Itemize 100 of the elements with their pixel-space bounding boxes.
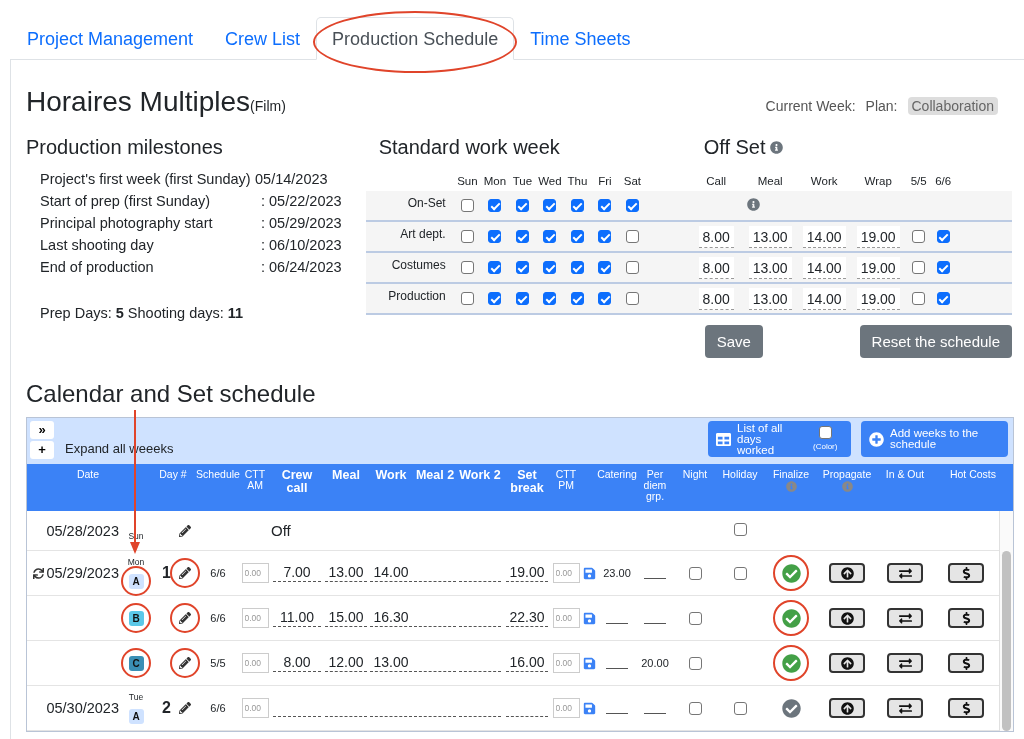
- time-field[interactable]: 12.00: [325, 654, 367, 672]
- days-worked-button[interactable]: List of all days worked (Color): [708, 421, 851, 457]
- collapse-button[interactable]: »: [30, 421, 54, 439]
- checkbox[interactable]: [488, 292, 502, 305]
- checkbox[interactable]: [598, 261, 612, 274]
- time-field[interactable]: 8.00: [273, 654, 321, 672]
- time-field[interactable]: 22.30: [506, 609, 548, 627]
- ctt-field[interactable]: 0.00: [241, 608, 269, 628]
- checkbox[interactable]: [515, 261, 529, 274]
- checkbox[interactable]: [625, 292, 639, 305]
- tab[interactable]: Time Sheets: [514, 17, 647, 60]
- time-field[interactable]: 7.00: [273, 564, 321, 582]
- checkbox[interactable]: [543, 261, 557, 274]
- add-button[interactable]: +: [30, 441, 54, 459]
- checkbox[interactable]: [598, 230, 612, 243]
- time-field[interactable]: 19.00: [856, 225, 900, 248]
- checkbox[interactable]: [625, 261, 639, 274]
- checkbox[interactable]: [818, 426, 832, 439]
- sync-icon[interactable]: [33, 567, 45, 579]
- time-field[interactable]: 11.00: [273, 609, 321, 627]
- schedule-text: 6/6: [210, 702, 226, 714]
- checkbox[interactable]: [625, 199, 639, 212]
- checkbox[interactable]: [515, 292, 529, 305]
- checkbox[interactable]: [570, 199, 584, 212]
- checkbox[interactable]: [688, 566, 702, 580]
- upload-button[interactable]: [829, 608, 865, 628]
- checkbox[interactable]: [488, 199, 502, 212]
- checkbox[interactable]: [460, 230, 474, 243]
- time-field[interactable]: 13.00: [748, 287, 792, 310]
- reset-button[interactable]: Reset the schedule: [859, 325, 1012, 358]
- checkbox[interactable]: [936, 261, 950, 274]
- time-field[interactable]: 13.00: [748, 256, 792, 279]
- time-field[interactable]: 14.00: [802, 287, 846, 310]
- ctt-field[interactable]: 0.00: [241, 653, 269, 673]
- swap-button[interactable]: [887, 563, 923, 583]
- save-button[interactable]: Save: [704, 325, 763, 358]
- upload-button[interactable]: [829, 563, 865, 583]
- time-field[interactable]: 16.30: [370, 609, 412, 627]
- dollar-button[interactable]: [948, 698, 984, 718]
- checkbox[interactable]: [733, 522, 747, 536]
- checkbox[interactable]: [688, 611, 702, 625]
- checkbox[interactable]: [570, 261, 584, 274]
- checkbox[interactable]: [733, 701, 747, 715]
- tab[interactable]: Production Schedule: [316, 17, 515, 60]
- checkbox[interactable]: [488, 230, 502, 243]
- dollar-button[interactable]: [948, 563, 984, 583]
- ctt-field[interactable]: 0.00: [241, 698, 269, 718]
- checkbox[interactable]: [488, 261, 502, 274]
- checkbox[interactable]: [460, 292, 474, 305]
- upload-button[interactable]: [829, 698, 865, 718]
- checkbox[interactable]: [460, 199, 474, 212]
- swap-button[interactable]: [887, 698, 923, 718]
- ctt-field[interactable]: 0.00: [552, 608, 580, 628]
- checkbox[interactable]: [515, 230, 529, 243]
- checkbox[interactable]: [625, 230, 639, 243]
- dollar-button[interactable]: [948, 608, 984, 628]
- time-field[interactable]: 19.00: [506, 564, 548, 582]
- time-field[interactable]: 13.00: [325, 564, 367, 582]
- time-field[interactable]: 19.00: [856, 287, 900, 310]
- tab[interactable]: Project Management: [11, 17, 210, 60]
- scrollbar[interactable]: [999, 511, 1013, 731]
- checkbox[interactable]: [515, 199, 529, 212]
- ctt-field[interactable]: 0.00: [241, 563, 269, 583]
- checkbox[interactable]: [570, 292, 584, 305]
- swap-button[interactable]: [887, 608, 923, 628]
- checkbox[interactable]: [912, 292, 926, 305]
- checkbox[interactable]: [543, 230, 557, 243]
- time-field[interactable]: 8.00: [698, 287, 734, 310]
- checkbox[interactable]: [543, 199, 557, 212]
- upload-button[interactable]: [829, 653, 865, 673]
- checkbox[interactable]: [912, 230, 926, 243]
- column-header: CTT AM: [243, 469, 267, 492]
- time-field[interactable]: 13.00: [370, 654, 412, 672]
- time-field[interactable]: 8.00: [698, 225, 734, 248]
- time-field[interactable]: 14.00: [370, 564, 412, 582]
- checkbox[interactable]: [688, 701, 702, 715]
- time-field[interactable]: 15.00: [325, 609, 367, 627]
- tab[interactable]: Crew List: [209, 17, 317, 60]
- checkbox[interactable]: [598, 199, 612, 212]
- time-field[interactable]: 19.00: [856, 256, 900, 279]
- checkbox[interactable]: [598, 292, 612, 305]
- ctt-field[interactable]: 0.00: [552, 563, 580, 583]
- checkbox[interactable]: [936, 230, 950, 243]
- checkbox[interactable]: [688, 656, 702, 670]
- checkbox[interactable]: [460, 261, 474, 274]
- time-field[interactable]: 16.00: [506, 654, 548, 672]
- time-field[interactable]: 8.00: [698, 256, 734, 279]
- checkbox[interactable]: [912, 261, 926, 274]
- swap-button[interactable]: [887, 653, 923, 673]
- ctt-field[interactable]: 0.00: [552, 653, 580, 673]
- ctt-field[interactable]: 0.00: [552, 698, 580, 718]
- dollar-button[interactable]: [948, 653, 984, 673]
- checkbox[interactable]: [733, 566, 747, 580]
- checkbox[interactable]: [570, 230, 584, 243]
- checkbox[interactable]: [543, 292, 557, 305]
- checkbox[interactable]: [936, 292, 950, 305]
- time-field[interactable]: 14.00: [802, 225, 846, 248]
- time-field[interactable]: 14.00: [802, 256, 846, 279]
- add-weeks-button[interactable]: Add weeks to the schedule: [861, 421, 1008, 457]
- time-field[interactable]: 13.00: [748, 225, 792, 248]
